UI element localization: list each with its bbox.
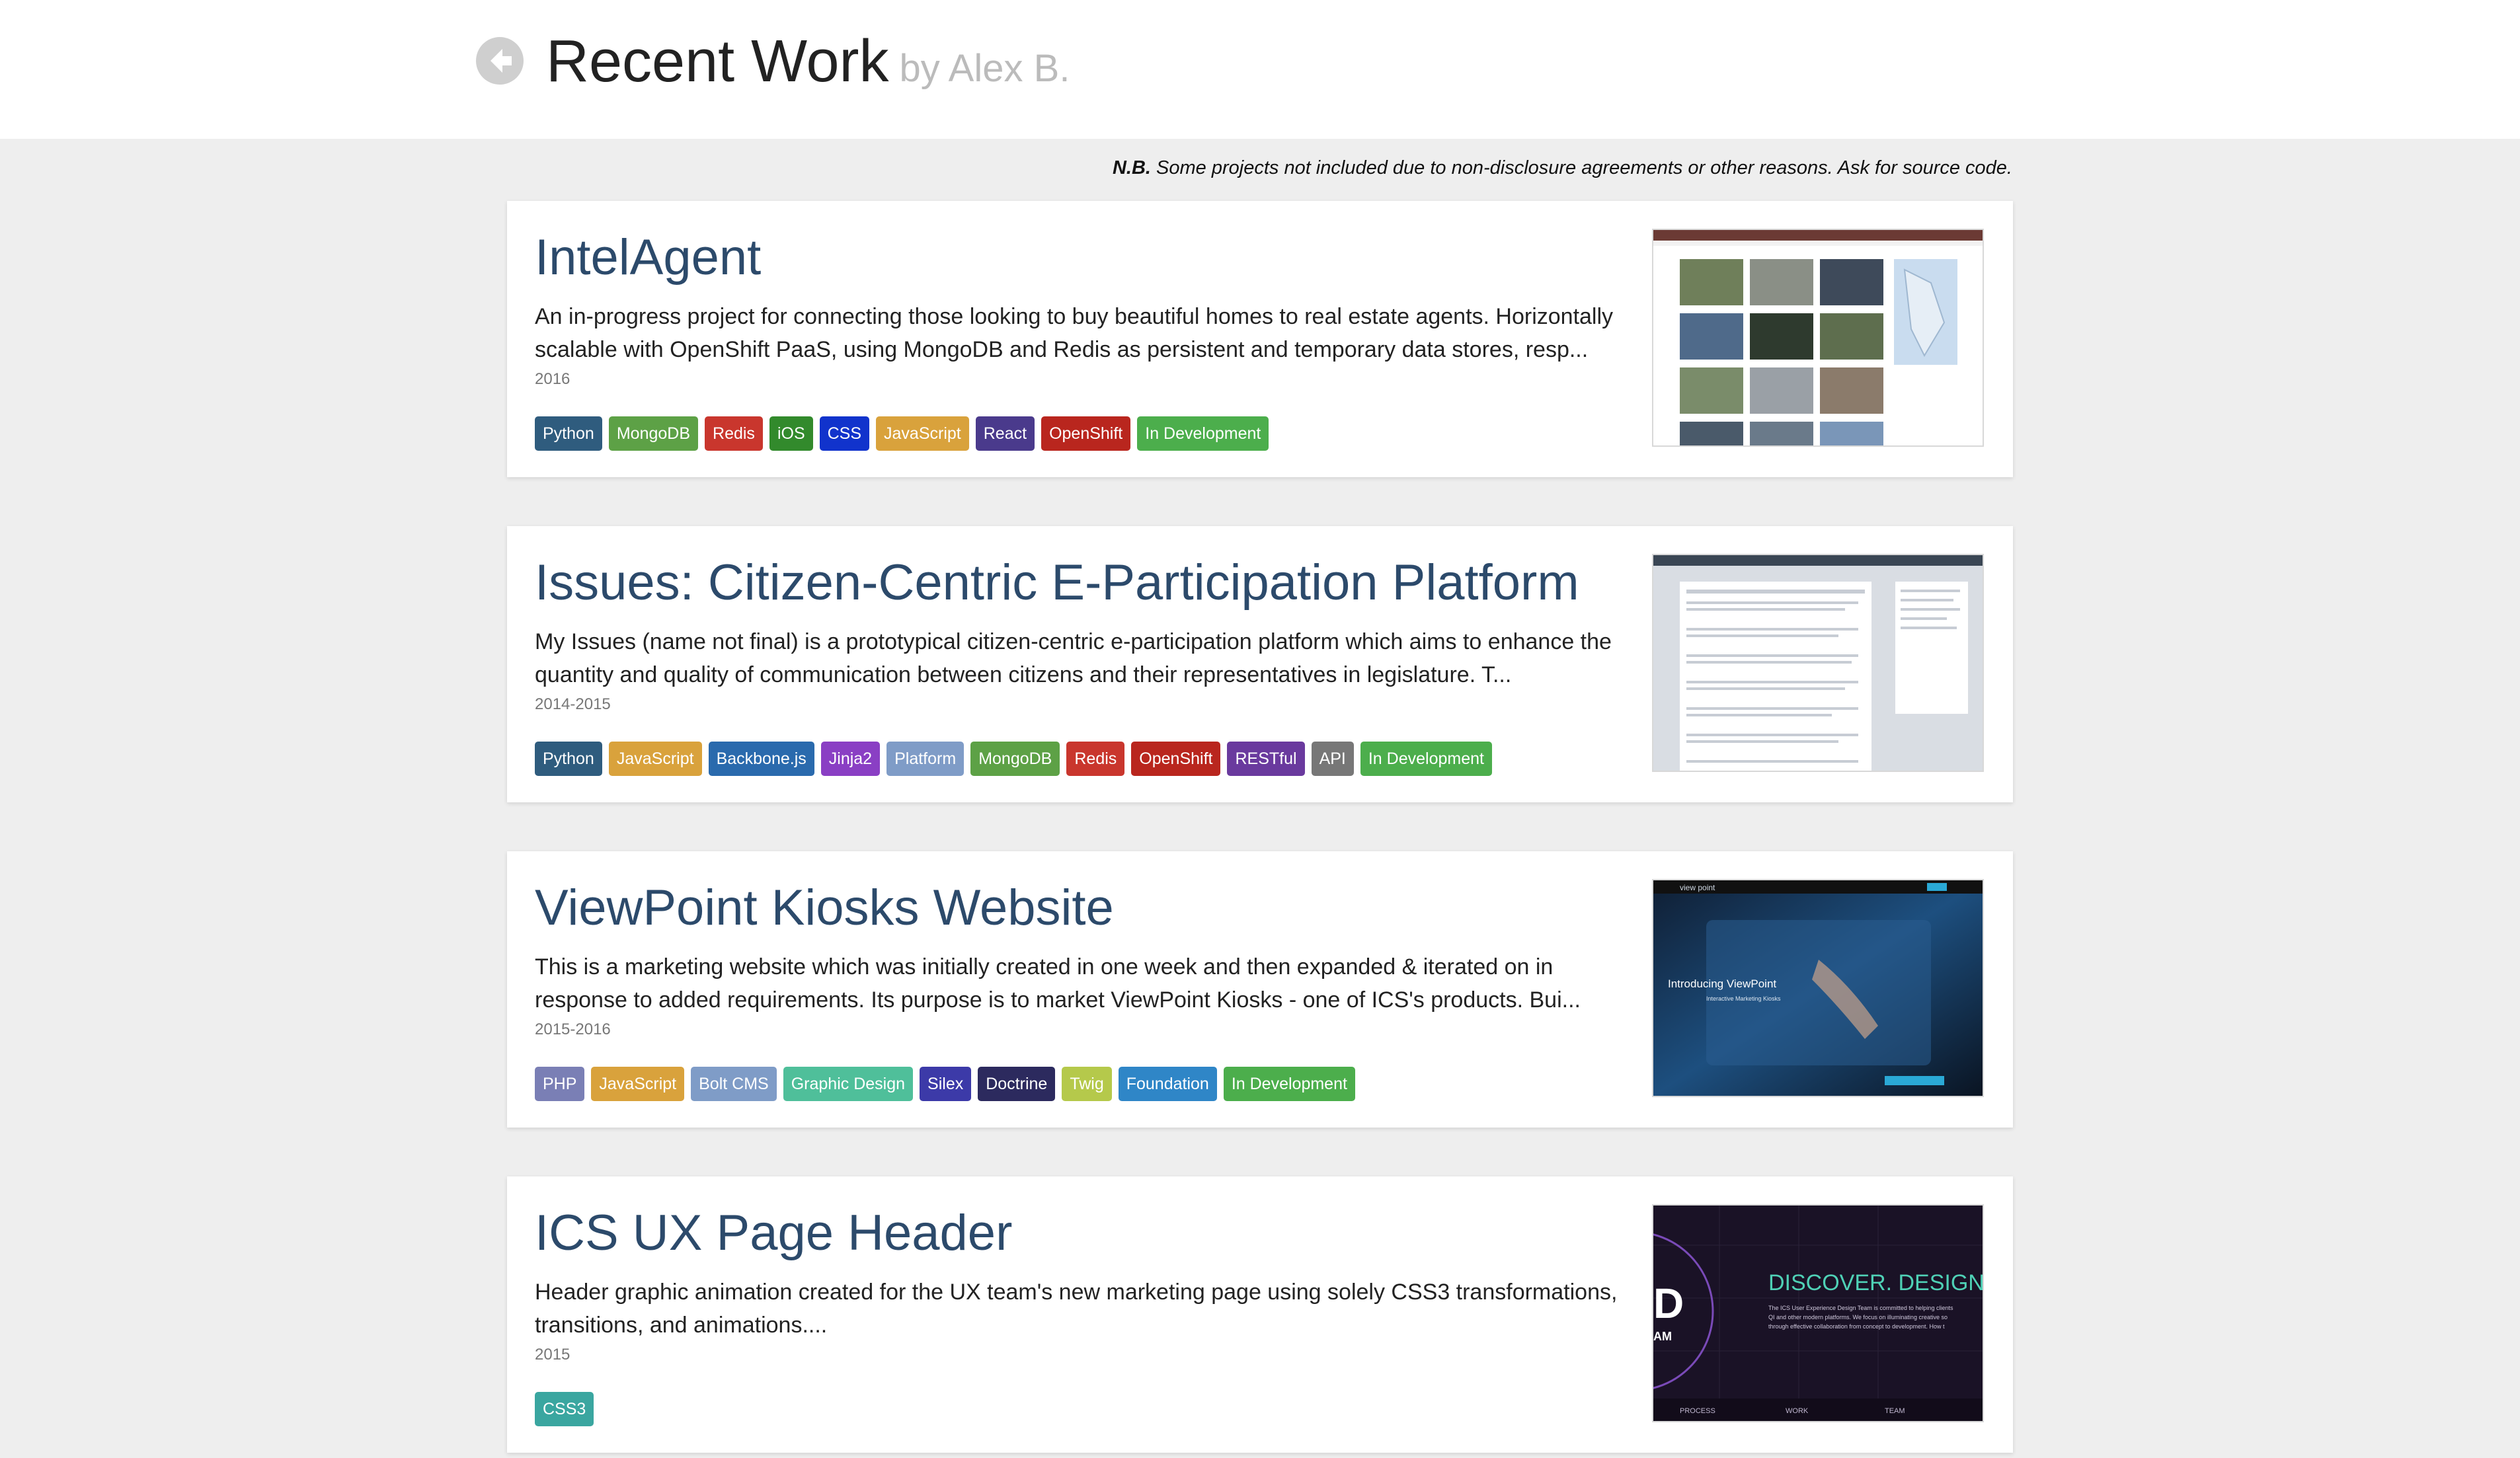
project-description: An in-progress project for connecting th… [535, 304, 1614, 362]
viewpoint-brand: view point [1680, 883, 1715, 892]
project-card: Issues: Citizen-Centric E-Participation … [507, 526, 2013, 802]
ics-blurb-3: through effective collaboration from con… [1768, 1323, 1945, 1330]
tag-badge: In Development [1223, 1067, 1355, 1101]
tag-badge: Doctrine [978, 1067, 1056, 1101]
project-year: 2014-2015 [535, 695, 611, 713]
tag-badge: React [975, 416, 1035, 451]
tag-badge: In Development [1360, 742, 1492, 776]
tag-badge: iOS [769, 416, 813, 451]
tag-badge: Jinja2 [820, 742, 881, 776]
project-thumbnail[interactable]: view point Introducing ViewPoint Interac… [1652, 879, 1984, 1097]
tag-badge: API [1311, 742, 1354, 776]
tag-badge: Python [535, 742, 602, 776]
project-thumbnail[interactable] [1652, 554, 1984, 772]
ics-headline: DISCOVER. DESIGN [1768, 1270, 1983, 1295]
project-description: My Issues (name not final) is a prototyp… [535, 629, 1612, 687]
tag-badge: Bolt CMS [691, 1067, 777, 1101]
tag-badge: JavaScript [876, 416, 969, 451]
tag-badge: Redis [1066, 742, 1125, 776]
page-header: Recent Work by Alex B. [0, 0, 2520, 139]
project-title[interactable]: IntelAgent [535, 226, 761, 289]
tag-badge: OpenShift [1131, 742, 1221, 776]
ics-header-screenshot: D AM DISCOVER. DESIGN The ICS User Exper… [1653, 1206, 1983, 1421]
tag-badge: CSS [819, 416, 870, 451]
project-year: 2016 [535, 370, 571, 388]
tag-badge: RESTful [1227, 742, 1305, 776]
project-card: ViewPoint Kiosks Website This is a marke… [507, 851, 2013, 1128]
tag-list: Python MongoDB Redis iOS CSS JavaScript React O… [535, 416, 1269, 451]
ics-nav-process: PROCESS [1680, 1407, 1715, 1415]
ics-nav-work: WORK [1786, 1407, 1809, 1415]
disclaimer-lead: N.B. [1112, 157, 1151, 178]
viewpoint-headline: Introducing ViewPoint [1668, 978, 1776, 990]
tag-badge: OpenShift [1041, 416, 1131, 451]
ics-blurb-1: The ICS User Experience Design Team is c… [1768, 1305, 1953, 1311]
tag-badge: PHP [535, 1067, 585, 1101]
page-title: Recent Work by Alex B. [546, 25, 1070, 105]
ics-blurb-2: QI and other modern platforms. We focus … [1768, 1314, 1948, 1321]
ics-nav-team: TEAM [1885, 1407, 1905, 1415]
tag-badge: Python [535, 416, 602, 451]
tag-badge: Backbone.js [708, 742, 814, 776]
arrow-left-icon [477, 38, 522, 83]
project-description: Header graphic animation created for the… [535, 1280, 1618, 1338]
tag-badge: JavaScript [608, 742, 702, 776]
tag-list: Python JavaScript Backbone.js Jinja2 Platfor… [535, 742, 1492, 776]
disclaimer-note: N.B. Some projects not included due to n… [925, 157, 2012, 179]
ics-letter: D [1653, 1280, 1684, 1327]
tag-list: PHP JavaScript Bolt CMS Graphic Design Silex… [535, 1067, 1355, 1101]
back-arrow-icon[interactable] [476, 37, 524, 85]
project-title[interactable]: ICS UX Page Header [535, 1202, 1012, 1265]
tag-badge: Platform [886, 742, 965, 776]
project-thumbnail[interactable]: D AM DISCOVER. DESIGN The ICS User Exper… [1652, 1204, 1984, 1422]
tag-badge: In Development [1137, 416, 1269, 451]
tag-badge: Twig [1062, 1067, 1112, 1101]
tag-badge: CSS3 [535, 1392, 594, 1426]
project-year: 2015 [535, 1346, 571, 1363]
viewpoint-subline: Interactive Marketing Kiosks [1706, 995, 1781, 1002]
page-title-text: Recent Work [546, 28, 889, 95]
project-thumbnail[interactable] [1652, 229, 1984, 447]
project-title[interactable]: ViewPoint Kiosks Website [535, 876, 1114, 940]
viewpoint-screenshot: view point Introducing ViewPoint Interac… [1653, 880, 1983, 1096]
project-title[interactable]: Issues: Citizen-Centric E-Participation … [535, 551, 1579, 615]
tag-badge: JavaScript [591, 1067, 685, 1101]
disclaimer-text: Some projects not included due to non-di… [1150, 157, 2012, 178]
tag-badge: Graphic Design [783, 1067, 914, 1101]
tag-badge: Redis [705, 416, 763, 451]
project-description: This is a marketing website which was in… [535, 954, 1581, 1013]
project-card: ICS UX Page Header Header graphic animat… [507, 1176, 2013, 1453]
project-year: 2015-2016 [535, 1020, 611, 1038]
tag-list: CSS3 [535, 1392, 594, 1426]
intelagent-screenshot [1653, 230, 1983, 445]
tag-badge: Foundation [1118, 1067, 1217, 1101]
issues-screenshot [1653, 555, 1983, 771]
tag-badge: MongoDB [608, 416, 699, 451]
tag-badge: Silex [920, 1067, 972, 1101]
tag-badge: MongoDB [970, 742, 1060, 776]
ics-team: AM [1653, 1330, 1672, 1343]
project-card: IntelAgent An in-progress project for co… [507, 201, 2013, 477]
page-byline: by Alex B. [899, 47, 1070, 90]
